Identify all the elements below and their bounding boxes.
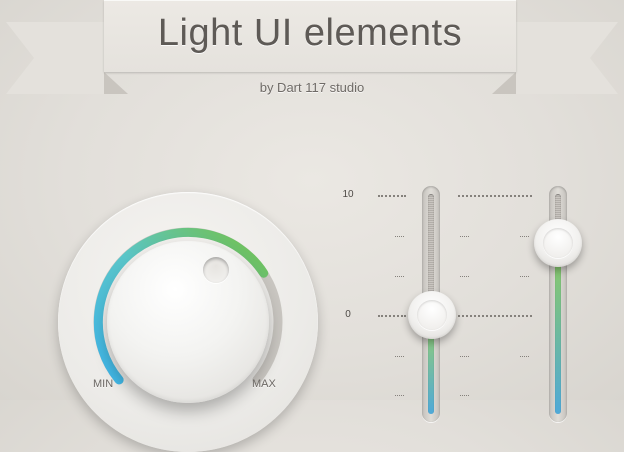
scale-tick-minor <box>520 356 529 357</box>
scale-tick-minor <box>395 276 404 277</box>
vertical-slider-1-handle[interactable] <box>408 291 456 339</box>
scale-tick-minor <box>395 236 404 237</box>
scale-tick-major <box>378 195 406 197</box>
title-banner: Light UI elements <box>104 0 516 72</box>
slider-2-fill <box>555 243 561 414</box>
scale-tick-minor <box>520 236 529 237</box>
handle-center <box>417 300 447 330</box>
scale-tick-minor <box>395 395 404 396</box>
page-title: Light UI elements <box>157 12 463 54</box>
vertical-slider-2-handle[interactable] <box>534 219 582 267</box>
scale-tick-major <box>458 315 532 317</box>
light-ui-canvas: Light UI elements by Dart 117 studio MIN… <box>0 0 624 452</box>
scale-tick-major <box>458 195 532 197</box>
scale-tick-minor <box>395 356 404 357</box>
handle-center <box>543 228 573 258</box>
knob-min-label: MIN <box>93 378 114 390</box>
scale-tick-minor <box>460 395 469 396</box>
scale-label-0: 0 <box>345 309 351 320</box>
author-credit: by Dart 117 studio <box>259 80 365 95</box>
scale-tick-minor <box>520 276 529 277</box>
scale-tick-major <box>378 315 406 317</box>
knob-max-label: MAX <box>252 378 276 390</box>
scale-tick-minor <box>460 356 469 357</box>
knob-indicator-dot <box>203 257 229 283</box>
scale-label-10: 10 <box>342 189 354 200</box>
scale-tick-minor <box>460 276 469 277</box>
scale-tick-minor <box>460 236 469 237</box>
volume-knob[interactable] <box>107 241 269 403</box>
